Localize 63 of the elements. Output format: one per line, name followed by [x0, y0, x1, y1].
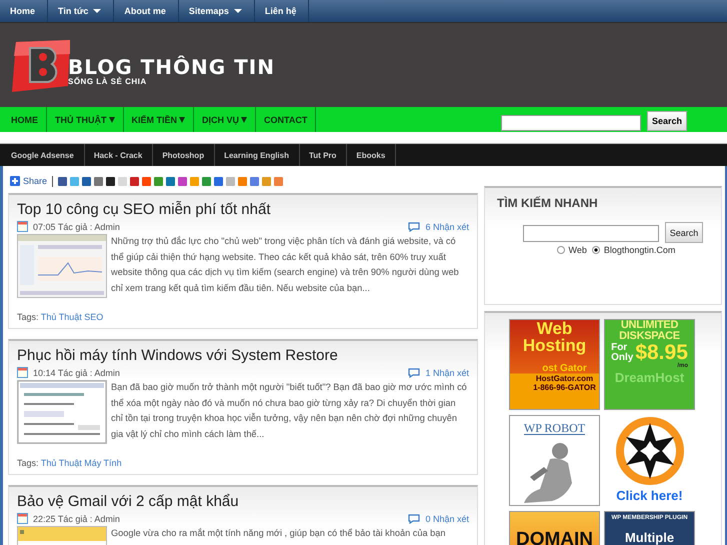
ad-text: Web [536, 320, 572, 337]
star-logo-icon [614, 415, 686, 487]
radio-label: Blogthongtin.Com [604, 245, 676, 255]
post-title[interactable]: Bảo vệ Gmail với 2 cấp mật khẩu [17, 493, 469, 511]
tags-label: Tags: [17, 312, 39, 322]
ad-banner[interactable]: Web Hosting ost Gator HostGator.com 1-866-96-GATOR [509, 319, 600, 410]
post-excerpt: Bạn đã bao giờ muốn trở thành một người "biết tuốt"? Bạn đã bao giờ mơ ước mình có thể xóa một ngày nào đó và muốn nó chưa bao giờ từng xảy ra? Di chuyển thời gian chỉ tồn tại trong truyện khoa học viễn tưởng, vậy nên bạn nên chờ đợi những chuyên gia vật lý chỉ cho mình cách làm thế... [111, 381, 468, 441]
comments-link[interactable]: 0 Nhận xét [425, 514, 469, 524]
comment-icon [408, 514, 420, 524]
nav-menu-item[interactable]: DỊCH VỤ [194, 107, 256, 132]
ad-text: WP ROBOT [524, 422, 586, 435]
tag-link[interactable]: Thủ Thuật SEO [40, 312, 104, 322]
comment-icon [408, 368, 420, 378]
post-meta: 07:05 Tác giả : Admin [33, 222, 120, 232]
search-field[interactable] [522, 225, 659, 242]
share-button[interactable]: Share [10, 176, 48, 186]
top-menu-item[interactable]: Tin tức [48, 0, 114, 22]
widget-title: TÌM KIẾM NHANH [496, 195, 599, 210]
site-tagline: SỐNG LÀ SẺ CHIA [68, 76, 148, 86]
comments-link[interactable]: 1 Nhận xét [425, 368, 469, 378]
ad-text: UNLIMITED [620, 320, 678, 331]
calendar-icon [17, 513, 28, 524]
search-button[interactable]: Search [646, 111, 687, 131]
ad-text: Click here! [616, 489, 683, 502]
radio-label: Web [568, 245, 587, 255]
ad-text: ost Gator [542, 364, 587, 374]
top-menu-item[interactable]: Sitemaps [178, 0, 255, 22]
nav-menu-item[interactable]: KIẾM TIỀN [124, 107, 194, 132]
comment-icon [408, 222, 420, 232]
ad-text: DISKSPACE [619, 331, 680, 342]
ad-text: Hosting [522, 337, 586, 354]
post-meta: 10:14 Tác giả : Admin [33, 368, 120, 378]
ad-text: $8.95 [635, 342, 688, 363]
radio-button[interactable] [592, 246, 600, 254]
radio-button[interactable] [556, 246, 565, 254]
post-excerpt: Google vừa cho ra mắt một tính năng mới , giúp bạn có thể bảo tài khoản của bạn [111, 527, 446, 540]
calendar-icon [17, 221, 28, 232]
tag-link[interactable]: Thủ Thuật Máy Tính [40, 458, 122, 468]
ad-text: Only [611, 352, 634, 362]
search-button[interactable]: Search [664, 222, 704, 243]
ad-banner[interactable]: WP ROBOT [509, 415, 600, 506]
ad-text: DOMAIN [516, 530, 594, 545]
post-meta: 22:25 Tác giả : Admin [33, 514, 120, 524]
plus-icon [10, 176, 20, 186]
post-title[interactable]: Phục hồi máy tính Windows với System Restore [17, 347, 469, 365]
tags-label: Tags: [17, 458, 39, 468]
ad-text: 1-866-96-GATOR [533, 384, 596, 392]
top-menu-item[interactable]: Liên hệ [254, 0, 310, 22]
post-excerpt: Những trợ thủ đắc lực cho "chủ web" trong việc phân tích và đánh giá website, và có thể giúp cải thiện thứ hạng website. Theo các kết quả khảo sát, trên 60% truy xuất website thông qua các dịch vụ tìm kiếm (search engine) và trên 90% người dùng web chỉ xem trang kết quả tìm kiếm đầu tiên. Nếu website của bạn... [111, 235, 460, 295]
ad-text: HostGator.com [536, 375, 594, 383]
ad-text: For [611, 342, 628, 352]
calendar-icon [17, 367, 28, 378]
nav-menu-item[interactable]: HOME [3, 107, 47, 132]
top-menu-item[interactable]: Home [0, 0, 48, 22]
nav-menu-item[interactable]: CONTACT [256, 107, 316, 132]
top-menu-item[interactable]: About me [114, 0, 179, 22]
ad-text: DreamHost [614, 371, 684, 384]
nav-menu-item[interactable]: THỦ THUẬT [47, 107, 124, 132]
post-title[interactable]: Top 10 công cụ SEO miễn phí tốt nhất [17, 201, 469, 219]
comments-link[interactable]: 6 Nhận xét [425, 222, 469, 232]
search-field[interactable] [500, 115, 641, 131]
ad-banner[interactable]: DOMAIN [509, 511, 600, 545]
ad-text: Multiple [624, 531, 674, 544]
